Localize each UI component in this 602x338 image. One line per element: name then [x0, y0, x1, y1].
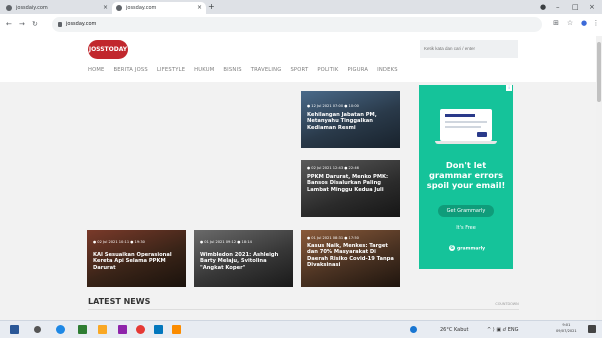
scrollbar-thumb[interactable] [597, 42, 601, 102]
ad-brand-name: grammarly [457, 246, 486, 252]
file-explorer-icon[interactable] [98, 325, 107, 334]
nav-politik[interactable]: POLITIK [317, 67, 338, 73]
article-title[interactable]: Kehilangan Jabatan PM, Netanyahu Tinggal… [307, 112, 395, 131]
laptop-base [435, 141, 497, 144]
system-tray-icons[interactable]: ^ ⟩ ▣ ⅆ ENG [487, 326, 519, 334]
site-header: JOSSTODAY HOME BERITA JOSS LIFESTYLE HUK… [0, 36, 596, 82]
main-nav: HOME BERITA JOSS LIFESTYLE HUKUM BISNIS … [88, 67, 398, 73]
article-meta: ● 02 Jul 2021 10:11 ● 19:30 [93, 240, 145, 244]
nav-bisnis[interactable]: BISNIS [223, 67, 241, 73]
translate-icon[interactable]: ⊞ [552, 19, 560, 27]
tab-label: jossday.com [126, 5, 157, 11]
nav-traveling[interactable]: TRAVELING [251, 67, 282, 73]
address-toolbar: ← → ↻ jossday.com ⊞ ☆ ● ⋮ [0, 14, 602, 36]
minimize-button[interactable]: – [556, 1, 560, 13]
tray-app-icon[interactable] [410, 326, 417, 333]
nav-home[interactable]: HOME [88, 67, 105, 73]
tab-favicon-icon [116, 5, 122, 11]
article-title[interactable]: PPKM Darurat, Menko PMK: Bansos Disalurk… [307, 174, 395, 193]
profile-avatar-icon[interactable]: ● [580, 19, 588, 27]
nav-berita-joss[interactable]: BERITA JOSS [114, 67, 148, 73]
grammarly-logo-icon: G [449, 245, 455, 251]
article-meta: ● 01 Jul 2021 09:12 ● 18:14 [200, 240, 252, 244]
more-menu-icon[interactable]: ⋮ [592, 19, 600, 27]
article-card[interactable]: ● 12 Jul 2021 07:00 ● 10:00 Kehilangan J… [301, 91, 400, 148]
grammarly-ad[interactable]: i Don't let grammar errors spoil your em… [419, 85, 513, 269]
back-arrow-icon[interactable]: ← [6, 19, 12, 29]
weather-widget[interactable]: 26°C Kabut [440, 326, 469, 334]
article-title[interactable]: Kasus Naik, Menkes: Target dan 70% Masya… [307, 243, 395, 269]
article-card[interactable]: ● 02 Jul 2021 10:11 ● 19:30 KAI Sesuaika… [87, 230, 186, 287]
forward-arrow-icon[interactable]: → [19, 19, 25, 29]
maximize-button[interactable]: □ [572, 1, 579, 13]
close-tab-icon[interactable]: × [103, 2, 108, 14]
clock-date: 09/07/2021 [556, 329, 577, 333]
get-grammarly-button[interactable]: Get Grammarly [438, 205, 494, 217]
tab-jossday[interactable]: jossday.com × [112, 2, 206, 14]
web-page: JOSSTODAY HOME BERITA JOSS LIFESTYLE HUK… [0, 36, 596, 320]
article-card[interactable]: ● 01 Jul 2021 09:12 ● 18:14 Wimbledon 20… [194, 230, 293, 287]
start-windows-icon[interactable] [10, 325, 19, 334]
tab-jossdaiy[interactable]: jossdaiy.com × [2, 2, 112, 14]
nav-sport[interactable]: SPORT [290, 67, 308, 73]
search-icon[interactable] [34, 326, 41, 333]
account-circle-icon[interactable]: ● [540, 1, 546, 13]
chrome-icon[interactable] [136, 325, 145, 334]
nav-indeks[interactable]: INDEKS [377, 67, 398, 73]
article-card[interactable]: ● 02 Jul 2021 12:43 ● 22:46 PPKM Darurat… [301, 160, 400, 217]
article-meta: ● 01 Jul 2021 08:31 ● 17:50 [307, 236, 359, 240]
url-bar[interactable]: jossday.com [52, 17, 542, 32]
close-window-button[interactable]: × [589, 1, 595, 13]
page-scrollbar[interactable] [596, 36, 602, 320]
nav-pigura[interactable]: PIGURA [347, 67, 368, 73]
search-input[interactable] [420, 40, 518, 58]
url-text: jossday.com [66, 21, 97, 27]
laptop-illustration [440, 109, 492, 141]
taskbar: 26°C Kabut ^ ⟩ ▣ ⅆ ENG 9:01 09/07/2021 [0, 320, 602, 338]
article-title[interactable]: Wimbledon 2021: Ashleigh Barty Melaju, S… [200, 252, 288, 271]
site-logo[interactable]: JOSSTODAY [88, 40, 128, 59]
article-meta: ● 12 Jul 2021 07:00 ● 10:00 [307, 104, 359, 108]
close-tab-icon[interactable]: × [197, 2, 202, 14]
nav-lifestyle[interactable]: LIFESTYLE [157, 67, 185, 73]
edge-browser-icon[interactable] [56, 325, 65, 334]
countdown-label: COUNTDOWN [495, 302, 519, 306]
tab-label: jossdaiy.com [16, 5, 48, 11]
ad-subtext: It's Free [456, 225, 476, 231]
latest-news-heading: LATEST NEWS [88, 297, 151, 306]
store-icon[interactable] [78, 325, 87, 334]
ad-info-icon[interactable]: i [506, 85, 512, 91]
ad-brand: Ggrammarly [449, 245, 485, 252]
mail-icon[interactable] [154, 325, 163, 334]
section-divider [88, 309, 519, 310]
tab-favicon-icon [6, 5, 12, 11]
app-icon[interactable] [118, 325, 127, 334]
ad-headline: Don't let grammar errors spoil your emai… [426, 160, 506, 190]
clock[interactable]: 9:01 09/07/2021 [556, 322, 577, 334]
article-card[interactable]: ● 01 Jul 2021 08:31 ● 17:50 Kasus Naik, … [301, 230, 400, 287]
new-tab-button[interactable]: + [208, 2, 215, 12]
bookmark-star-icon[interactable]: ☆ [566, 19, 574, 27]
tab-strip: jossdaiy.com × jossday.com × + ● – □ × [0, 0, 602, 14]
notification-icon[interactable] [588, 325, 596, 333]
lock-icon [58, 22, 62, 27]
reload-icon[interactable]: ↻ [32, 19, 38, 29]
article-meta: ● 02 Jul 2021 12:43 ● 22:46 [307, 166, 359, 170]
app-icon-2[interactable] [172, 325, 181, 334]
article-title[interactable]: KAI Sesuaikan Operasional Kereta Api Sel… [93, 252, 181, 271]
nav-hukum[interactable]: HUKUM [194, 67, 214, 73]
